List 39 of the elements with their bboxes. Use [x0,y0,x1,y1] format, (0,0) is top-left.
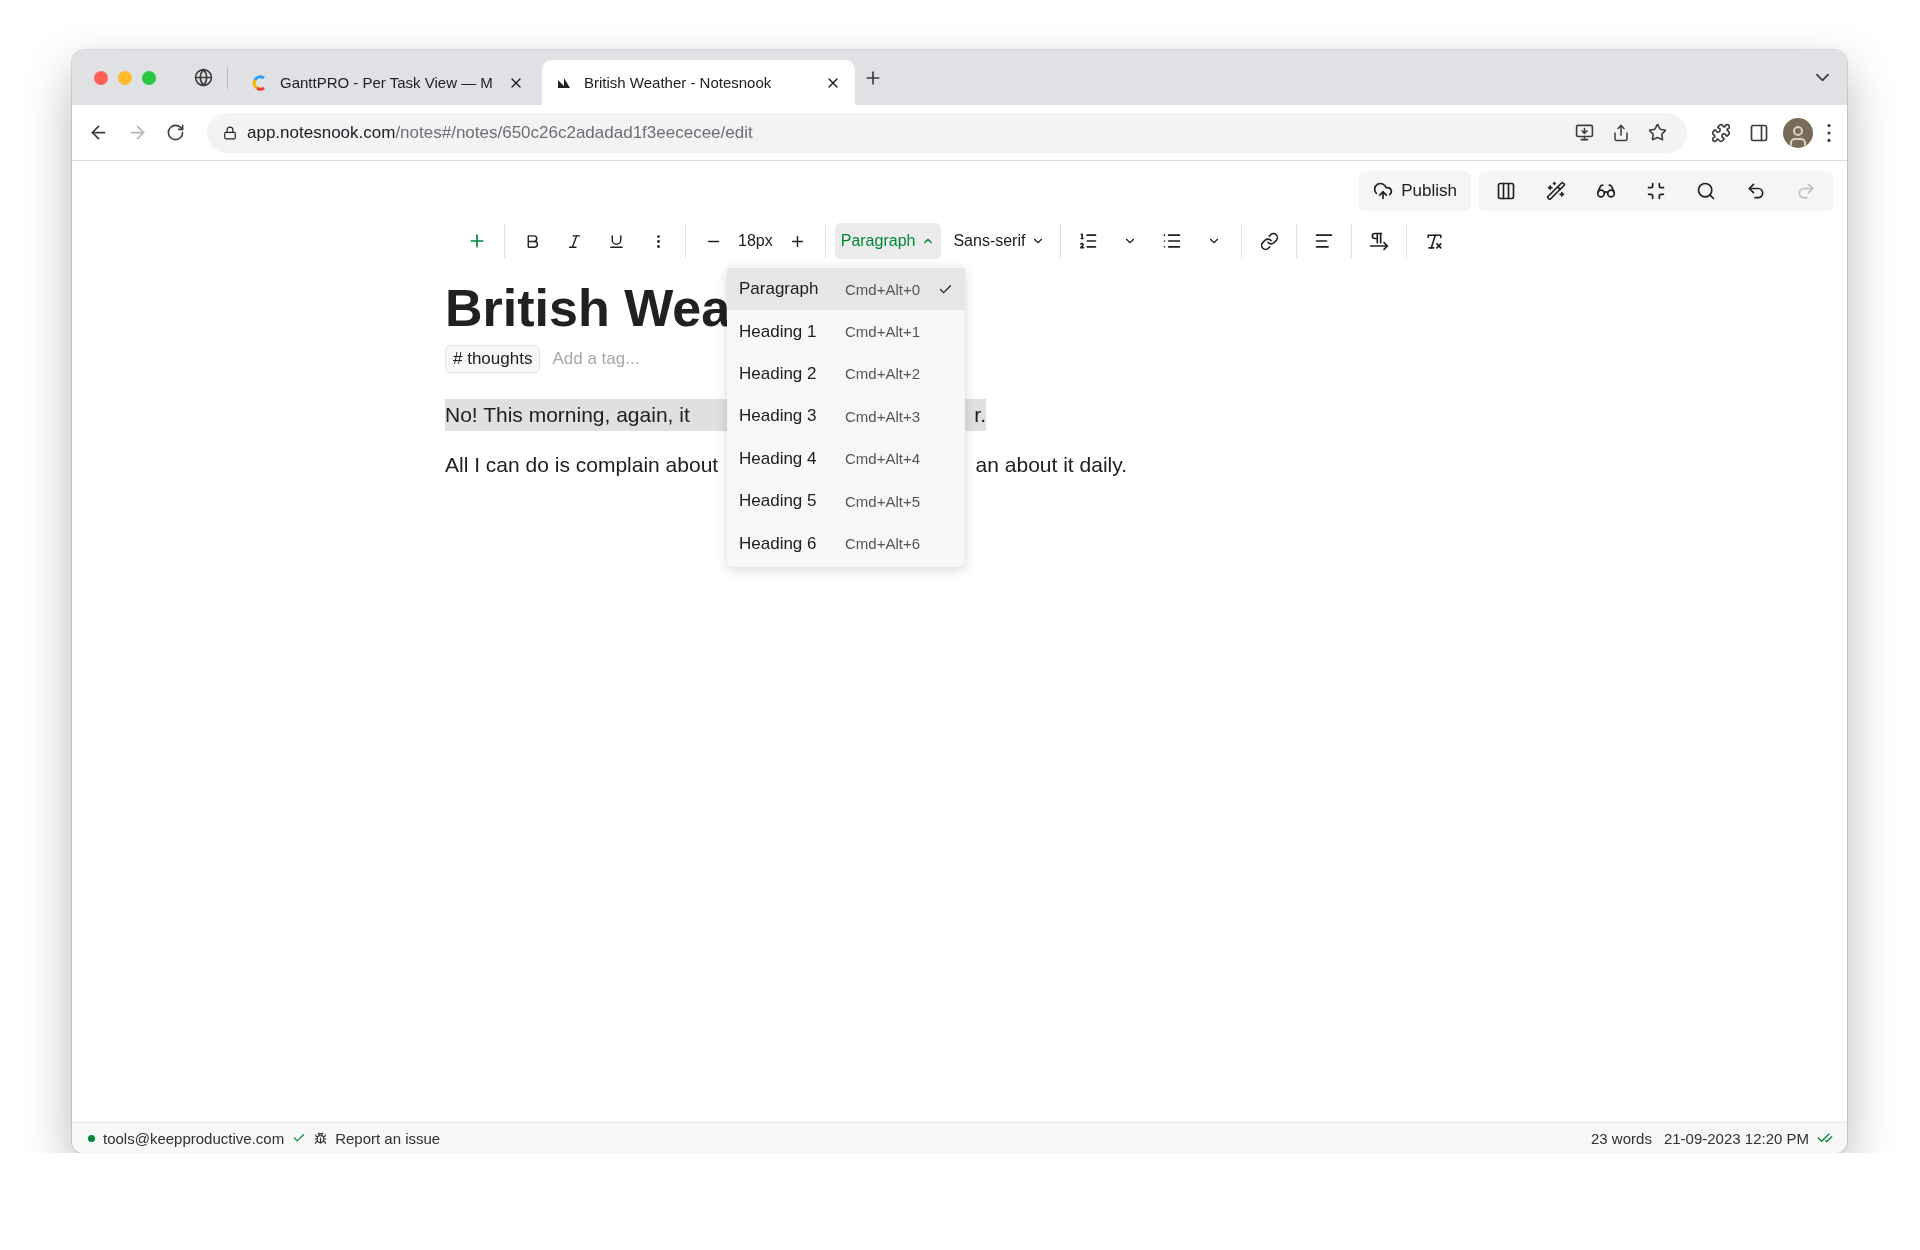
install-icon [1575,123,1594,142]
font-family-dropdown[interactable]: Sans-serif [947,223,1052,259]
share-icon [1612,123,1630,142]
menu-item[interactable]: Paragraph Cmd+Alt+0 [727,268,965,311]
word-count: 23 words [1591,1129,1652,1147]
menu-item[interactable]: Heading 3 Cmd+Alt+3 [727,395,965,438]
avatar[interactable] [1783,117,1813,148]
reload-icon [166,123,185,142]
timestamp: 21-09-2023 12:20 PM [1663,1129,1809,1147]
star-icon [1648,123,1667,142]
paragraph-text: No! This morning, again, it [445,402,690,428]
menu-item[interactable]: Heading 6 Cmd+Alt+6 [727,522,965,565]
status-dot [88,1134,95,1142]
font-size-value: 18px [737,232,774,250]
tab-title: GanttPRO - Per Task View — M [280,74,494,91]
browser-tab[interactable]: GanttPRO - Per Task View — M [238,60,538,105]
report-issue-link[interactable]: Report an issue [335,1129,441,1147]
menu-item[interactable]: Heading 2 Cmd+Alt+2 [727,352,965,396]
account-email[interactable]: tools@keepproductive.com [103,1129,285,1147]
cloud-upload-icon [1373,181,1394,201]
menu-item[interactable]: Heading 4 Cmd+Alt+4 [727,437,965,480]
browser-tab[interactable]: British Weather - Notesnook [542,60,855,105]
menu-icon [1827,123,1831,142]
address-bar[interactable]: app.notesnook.com/notes#/notes/650c26c2adadad1f3eececee/edit [207,112,1687,153]
lock-icon [223,125,237,140]
side-panel-icon [1749,122,1769,143]
globe-icon [194,68,213,87]
paragraph-text: r. [974,402,986,428]
puzzle-icon [1711,122,1731,143]
block-type-dropdown[interactable]: Paragraph [834,223,942,259]
chevron-down-icon [1816,74,1829,81]
check-icon [292,1131,307,1145]
bug-icon [314,1131,328,1145]
paragraph-text: an about it daily. [975,452,1127,478]
publish-button[interactable]: Publish [1359,171,1471,211]
menu-item[interactable]: Heading 5 Cmd+Alt+5 [727,479,965,523]
tag-chip[interactable]: # thoughts [445,345,541,373]
tab-title: British Weather - Notesnook [584,74,773,91]
paragraph-text: All I can do is complain about [445,452,719,478]
